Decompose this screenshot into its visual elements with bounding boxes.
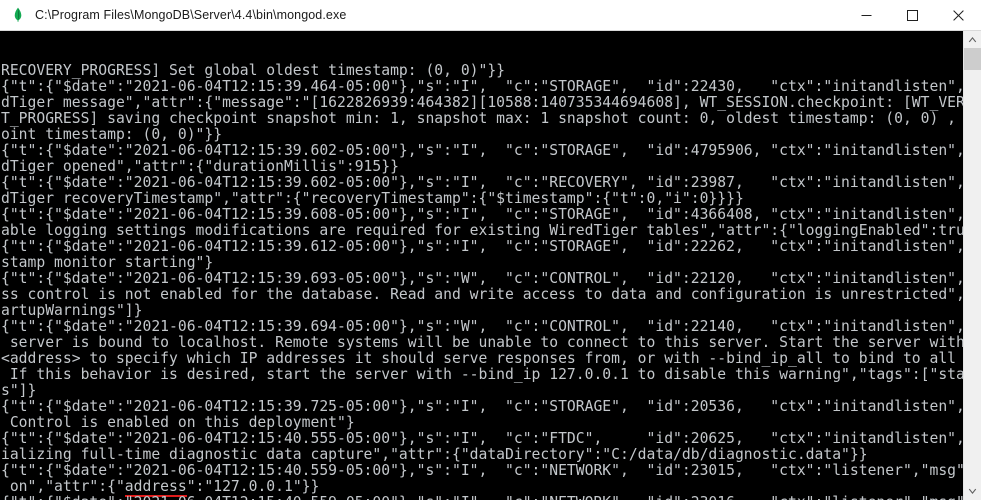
console-line: {"t":{"$date":"2021-06-04T12:15:40.559-0… — [1, 462, 963, 480]
console-line: {"t":{"$date":"2021-06-04T12:15:39.608-0… — [1, 206, 963, 224]
console-line: {"t":{"$date":"2021-06-04T12:15:39.693-0… — [1, 270, 963, 288]
address-line-suffix: ":"127.0.0.1"}} — [186, 478, 320, 496]
close-button[interactable] — [935, 0, 981, 31]
console-line: {"t":{"$date":"2021-06-04T12:15:39.602-0… — [1, 142, 963, 160]
console-line: {"t":{"$date":"2021-06-04T12:15:40.555-0… — [1, 430, 963, 448]
console-line: dTiger opened","attr":{"durationMillis":… — [1, 158, 399, 176]
maximize-button[interactable] — [889, 0, 935, 31]
console-line: able logging settings modifications are … — [1, 222, 963, 240]
console-output-area[interactable]: RECOVERY_PROGRESS] Set global oldest tim… — [0, 31, 963, 500]
scroll-up-button[interactable] — [964, 31, 981, 48]
mongodb-leaf-icon — [14, 7, 22, 22]
window-titlebar[interactable]: C:\Program Files\MongoDB\Server\4.4\bin\… — [0, 0, 981, 31]
address-line-prefix: on","attr":{" — [1, 478, 125, 496]
maximize-icon — [906, 10, 918, 21]
console-line: {"t":{"$date":"2021-06-04T12:15:39.602-0… — [1, 174, 963, 192]
window-title: C:\Program Files\MongoDB\Server\4.4\bin\… — [35, 8, 347, 22]
console-line: artupWarnings"]} — [1, 302, 143, 320]
console-line: ializing full-time diagnostic data captu… — [1, 446, 868, 464]
scroll-down-arrow-icon — [968, 488, 977, 494]
console-line: {"t":{"$date":"2021-06-04T12:15:39.725-0… — [1, 398, 963, 416]
console-line: ss control is not enabled for the databa… — [1, 286, 963, 304]
console-line: <address> to specify which IP addresses … — [1, 350, 957, 368]
mongod-console-window: C:\Program Files\MongoDB\Server\4.4\bin\… — [0, 0, 981, 500]
console-line: Control is enabled on this deployment"} — [9, 414, 355, 432]
console-line-address: on","attr":{"address":"127.0.0.1"}} — [1, 478, 963, 498]
console-line: server is bound to localhost. Remote sys… — [9, 334, 963, 352]
console-line: T_PROGRESS] saving checkpoint snapshot m… — [1, 110, 957, 128]
minimize-button[interactable] — [843, 0, 889, 31]
console-plain-lines-2: {"t":{"$date":"2021-06-04T12:15:40.559-0… — [1, 495, 963, 500]
console-line: dTiger message","attr":{"message":"[1622… — [1, 94, 963, 112]
scroll-down-button[interactable] — [964, 483, 981, 500]
console-line: s"]} — [1, 382, 37, 400]
minimize-icon — [861, 15, 871, 16]
scroll-up-arrow-icon — [968, 37, 977, 43]
console-line: {"t":{"$date":"2021-06-04T12:15:39.694-0… — [1, 318, 963, 336]
console-line: If this behavior is desired, start the s… — [9, 366, 963, 384]
scrollbar-track[interactable] — [964, 48, 981, 483]
console-line: stamp monitor starting"} — [1, 254, 214, 272]
scrollbar-thumb[interactable] — [964, 48, 981, 70]
console-line: {"t":{"$date":"2021-06-04T12:15:39.464-0… — [1, 78, 963, 96]
console-line: oint timestamp: (0, 0)"}} — [1, 126, 223, 144]
console-line: RECOVERY_PROGRESS] Set global oldest tim… — [1, 62, 506, 80]
close-icon — [952, 10, 964, 21]
vertical-scrollbar[interactable] — [963, 31, 981, 500]
console-log-text: RECOVERY_PROGRESS] Set global oldest tim… — [0, 31, 963, 500]
console-line: dTiger recoveryTimestamp","attr":{"recov… — [1, 190, 744, 208]
console-line: {"t":{"$date":"2021-06-04T12:15:40.559-0… — [1, 495, 963, 500]
console-plain-lines: RECOVERY_PROGRESS] Set global oldest tim… — [1, 63, 963, 479]
titlebar-left: C:\Program Files\MongoDB\Server\4.4\bin\… — [0, 0, 843, 30]
window-controls — [843, 0, 981, 30]
console-line: {"t":{"$date":"2021-06-04T12:15:39.612-0… — [1, 238, 963, 256]
